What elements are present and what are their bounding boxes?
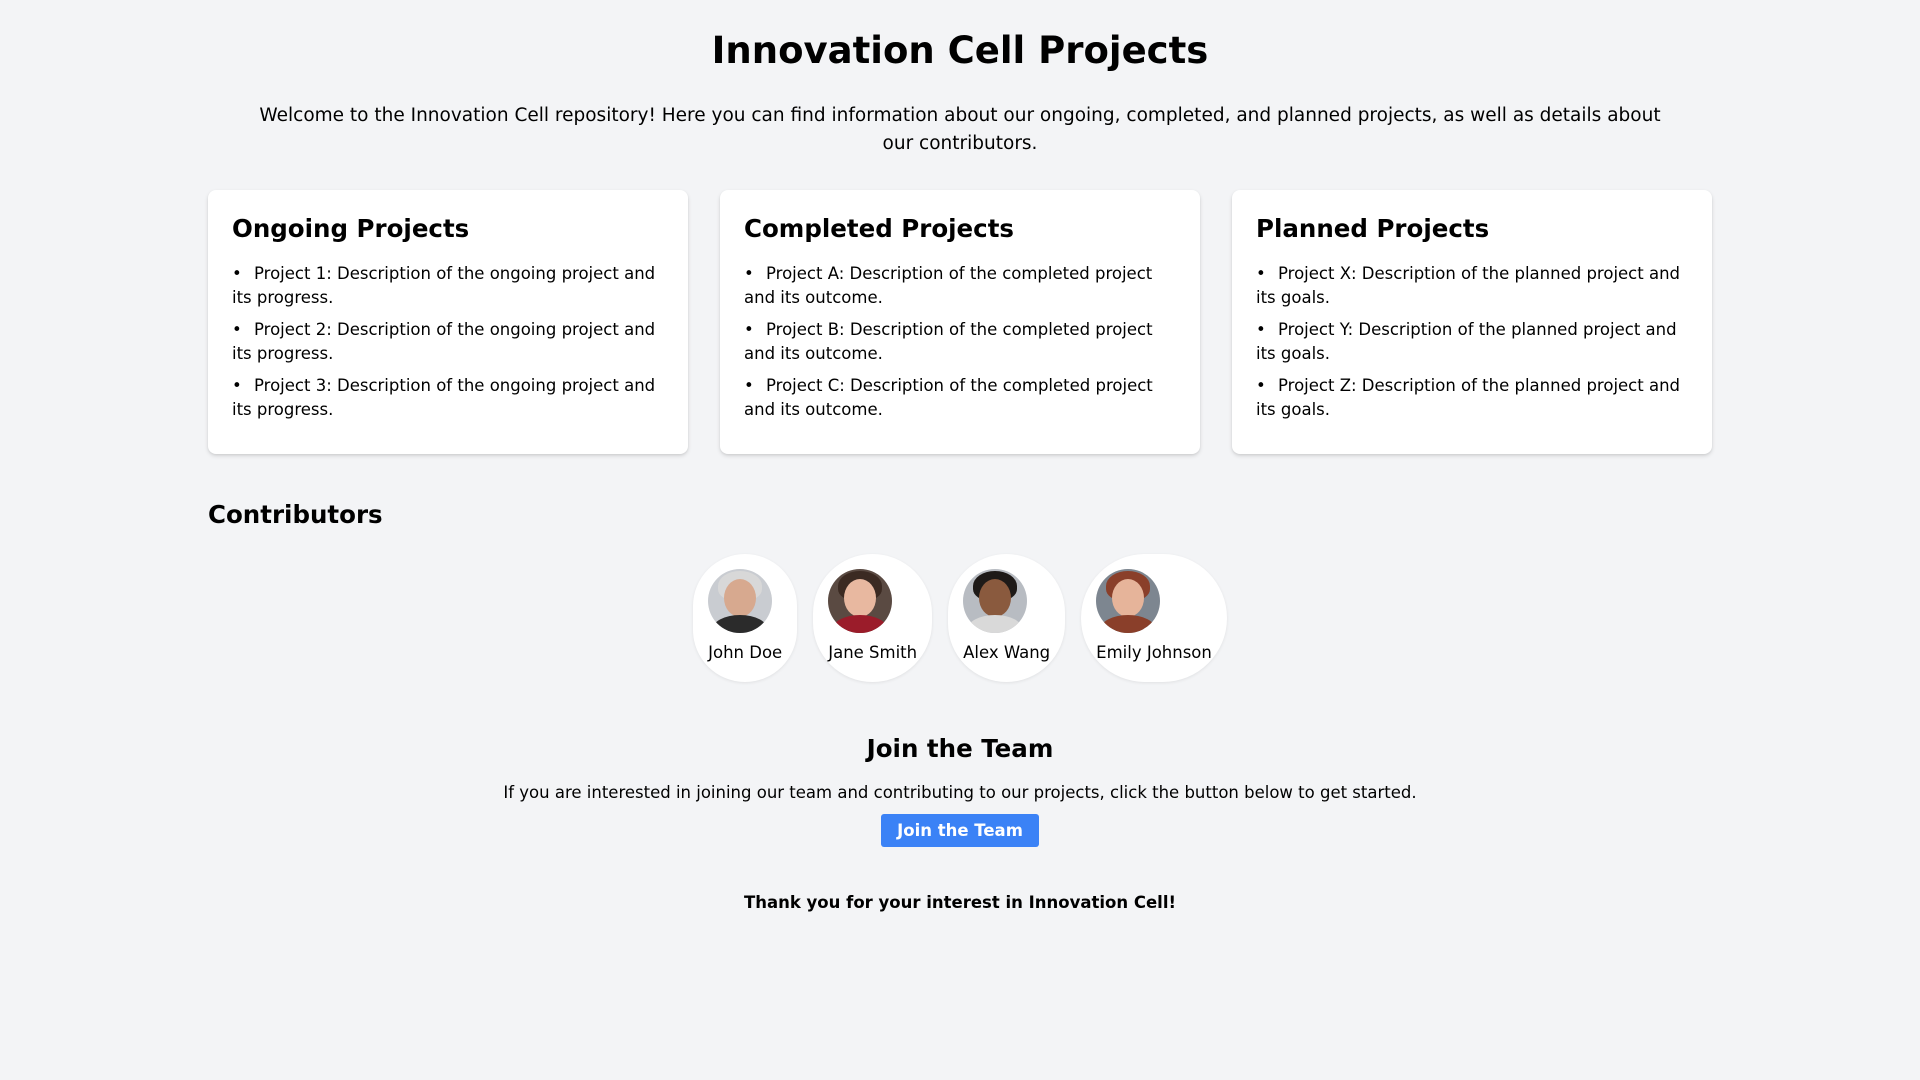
intro-text: Welcome to the Innovation Cell repositor… [259,105,1661,154]
list-item-text: Project A: Description of the completed … [744,264,1153,307]
contributor-name: Jane Smith [828,643,918,662]
page: Innovation Cell Projects Welcome to the … [208,0,1712,914]
avatar [1096,569,1161,633]
page-title: Innovation Cell Projects [711,29,1209,72]
bullet-icon: • [744,376,754,395]
contributors-list: John Doe Jane Smith Alex Wang Emily John… [208,554,1712,682]
contributor-card: Jane Smith [813,554,933,682]
bullet-icon: • [1256,264,1266,283]
project-cards: Ongoing Projects • Project 1: Description… [208,190,1712,454]
contributor-card: Alex Wang [948,554,1066,682]
bullet-icon: • [744,264,754,283]
bullet-icon: • [232,320,242,339]
bullet-icon: • [232,264,242,283]
list-item: • Project A: Description of the completed… [744,262,1176,310]
list-item: • Project 1: Description of the ongoing p… [232,262,664,310]
join-heading: Join the Team [866,734,1054,763]
contributor-name: Emily Johnson [1096,643,1212,662]
card-title: Ongoing Projects [232,214,470,243]
list-item: • Project C: Description of the completed… [744,374,1176,422]
footer-text: Thank you for your interest in Innovatio… [743,893,1177,912]
contributor-card: John Doe [693,554,798,682]
contributors-heading: Contributors [208,500,383,529]
list-item-text: Project X: Description of the planned pr… [1256,264,1681,307]
list-item-text: Project Y: Description of the planned pr… [1256,320,1677,363]
list-item: • Project X: Description of the planned p… [1256,262,1688,310]
join-team-button[interactable]: Join the Team [881,814,1039,847]
list-item: • Project 2: Description of the ongoing p… [232,318,664,366]
bullet-icon: • [1256,376,1266,395]
bullet-icon: • [232,376,242,395]
bullet-icon: • [1256,320,1266,339]
join-text: If you are interested in joining our tea… [503,783,1417,802]
completed-projects-card: Completed Projects • Project A: Descripti… [720,190,1200,454]
join-section: Join the Team If you are interested in j… [208,734,1712,847]
avatar [828,569,893,633]
project-list: • Project 1: Description of the ongoing p… [232,262,664,422]
list-item-text: Project Z: Description of the planned pr… [1256,376,1681,419]
project-list: • Project A: Description of the completed… [744,262,1176,422]
contributor-name: John Doe [708,643,783,662]
planned-projects-card: Planned Projects • Project X: Description… [1232,190,1712,454]
avatar [963,569,1028,633]
list-item-text: Project B: Description of the completed … [744,320,1153,363]
bullet-icon: • [744,320,754,339]
contributor-card: Emily Johnson [1081,554,1227,682]
avatar [708,569,773,633]
ongoing-projects-card: Ongoing Projects • Project 1: Description… [208,190,688,454]
list-item: • Project Z: Description of the planned p… [1256,374,1688,422]
contributor-name: Alex Wang [963,643,1051,662]
card-title: Completed Projects [744,214,1014,243]
list-item-text: Project 1: Description of the ongoing pr… [232,264,656,307]
list-item-text: Project C: Description of the completed … [744,376,1153,419]
list-item: • Project B: Description of the completed… [744,318,1176,366]
card-title: Planned Projects [1256,214,1490,243]
list-item-text: Project 3: Description of the ongoing pr… [232,376,656,419]
list-item-text: Project 2: Description of the ongoing pr… [232,320,656,363]
list-item: • Project Y: Description of the planned p… [1256,318,1688,366]
list-item: • Project 3: Description of the ongoing p… [232,374,664,422]
project-list: • Project X: Description of the planned p… [1256,262,1688,422]
